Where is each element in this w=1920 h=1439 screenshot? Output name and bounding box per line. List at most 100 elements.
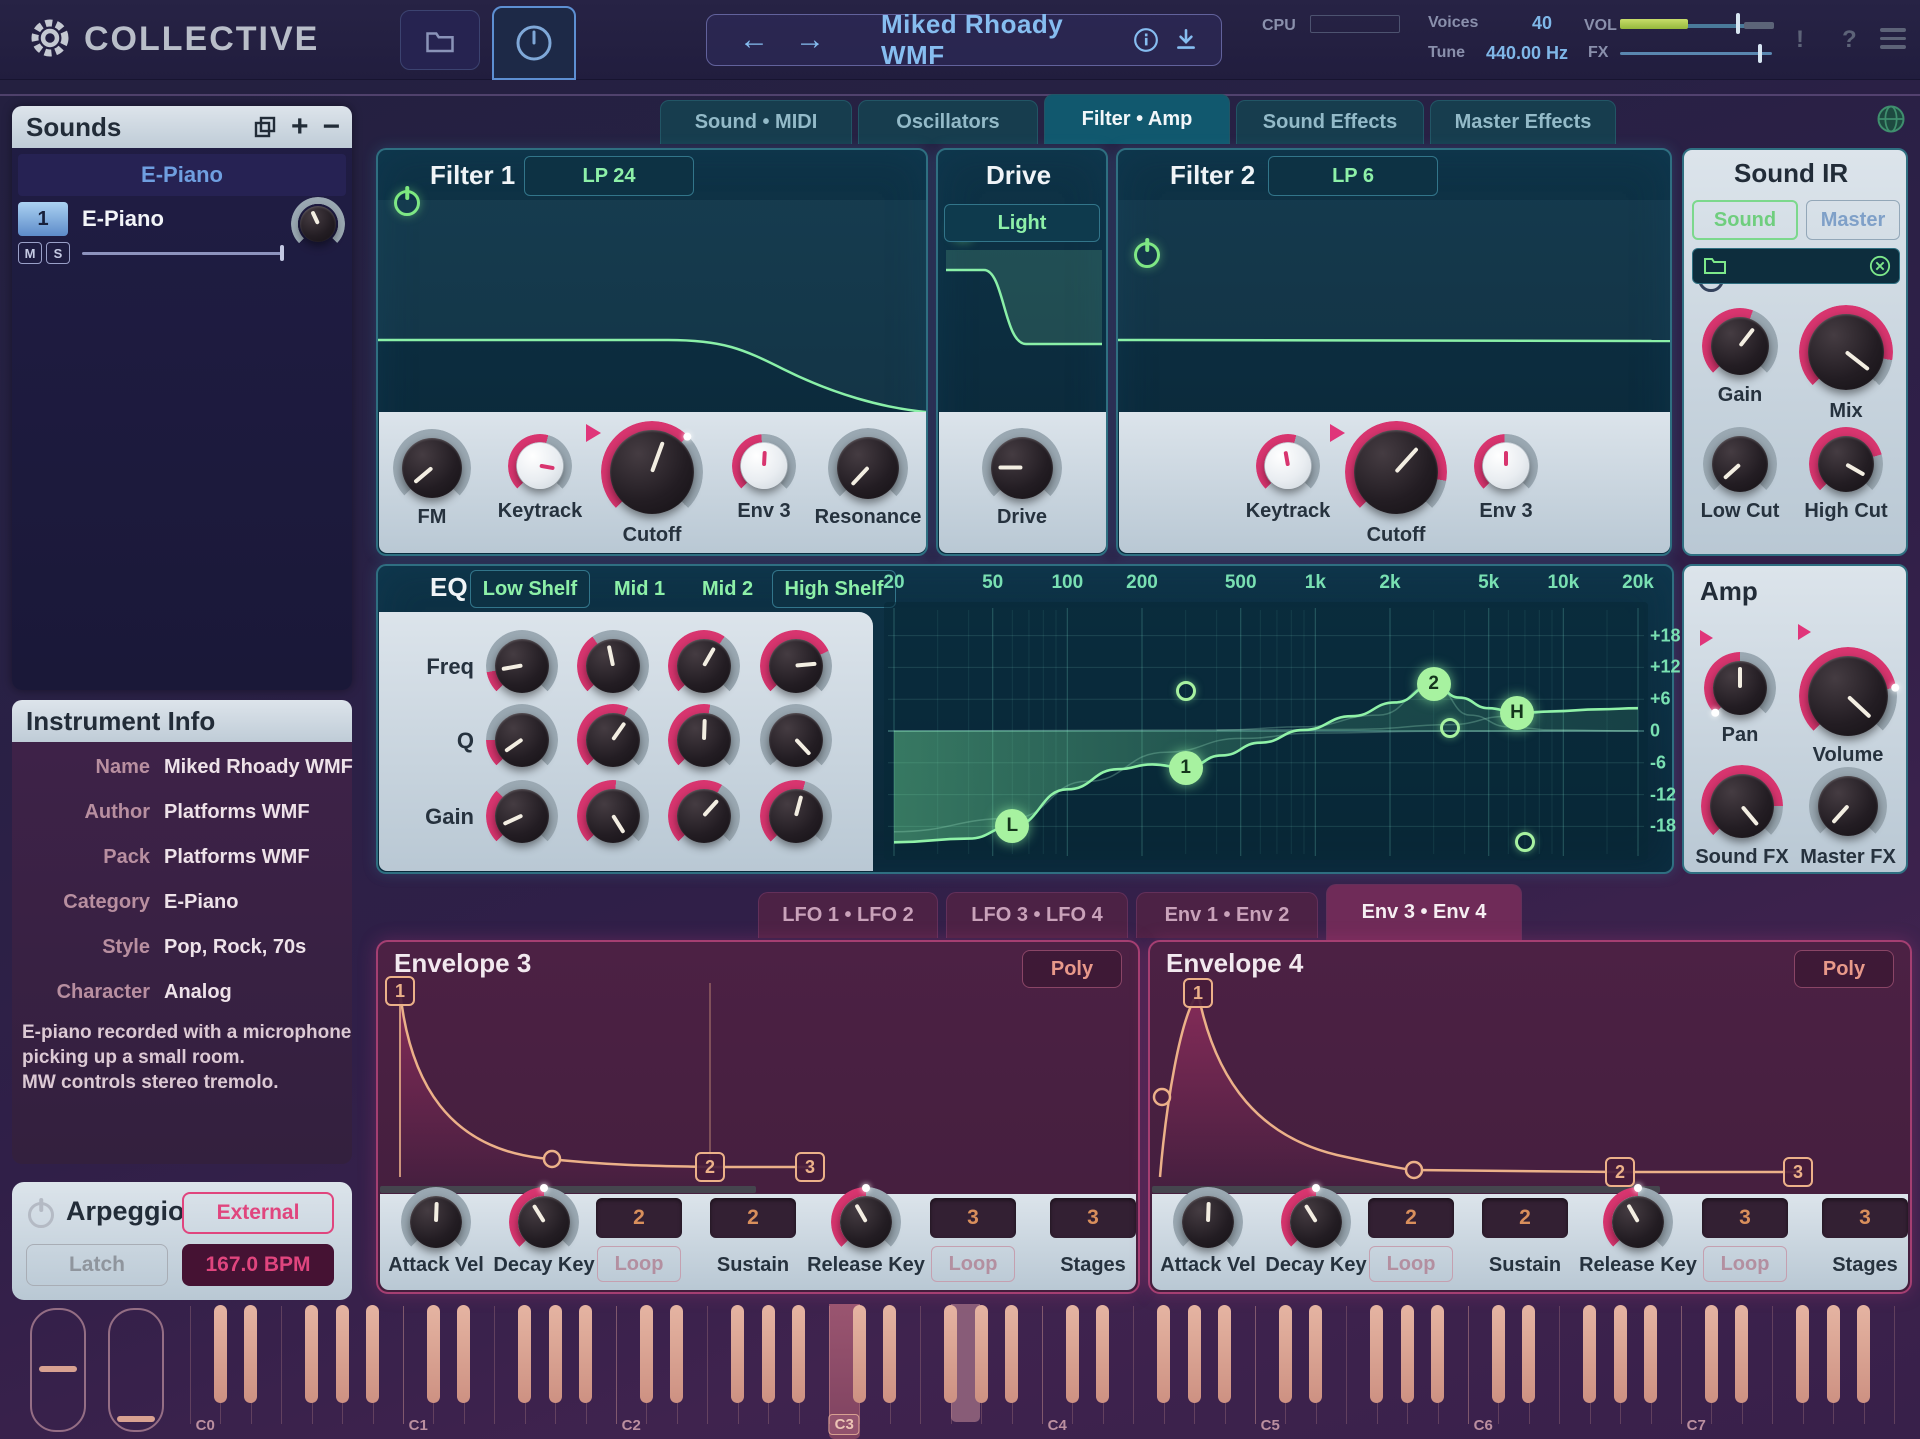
black-key[interactable] xyxy=(1796,1305,1809,1403)
envelope4-sustain-value[interactable]: 2 xyxy=(1482,1198,1568,1238)
filter1-type-dropdown[interactable]: LP 24 xyxy=(524,156,694,196)
arpeggio-power-icon[interactable] xyxy=(28,1202,54,1228)
tab-filter-amp[interactable]: Filter • Amp xyxy=(1044,94,1230,144)
envelope3-loop-start-value[interactable]: 2 xyxy=(596,1198,682,1238)
tune-value[interactable]: 440.00 Hz xyxy=(1486,43,1568,64)
drive-amount-knob[interactable] xyxy=(991,437,1053,499)
mute-button[interactable]: M xyxy=(18,242,42,264)
black-key[interactable] xyxy=(1370,1305,1383,1403)
black-key[interactable] xyxy=(1827,1305,1840,1403)
filter2-type-dropdown[interactable]: LP 6 xyxy=(1268,156,1438,196)
ir-highcut-knob[interactable] xyxy=(1818,436,1874,492)
black-key[interactable] xyxy=(975,1305,988,1403)
sound-level-slider-thumb[interactable] xyxy=(280,245,284,261)
filter1-response-display[interactable] xyxy=(378,200,926,412)
black-key[interactable] xyxy=(944,1305,957,1403)
envelope4-node-3[interactable]: 3 xyxy=(1783,1157,1813,1187)
filter2-response-display[interactable] xyxy=(1118,200,1670,412)
filter1-keytrack-knob[interactable] xyxy=(517,443,563,489)
black-key[interactable] xyxy=(1705,1305,1718,1403)
black-key[interactable] xyxy=(1188,1305,1201,1403)
preset-info-icon[interactable] xyxy=(1133,27,1159,53)
instrument-view-button[interactable] xyxy=(492,6,576,80)
filter1-resonance-knob[interactable] xyxy=(837,437,899,499)
mod-wheel[interactable] xyxy=(108,1308,164,1432)
tab-oscillators[interactable]: Oscillators xyxy=(858,100,1038,144)
eq-aux-node-2[interactable] xyxy=(1440,718,1460,738)
ir-mix-knob[interactable] xyxy=(1808,314,1884,390)
black-key[interactable] xyxy=(792,1305,805,1403)
envelope4-node-2[interactable]: 2 xyxy=(1605,1157,1635,1187)
black-key[interactable] xyxy=(1644,1305,1657,1403)
black-key[interactable] xyxy=(1857,1305,1870,1403)
ir-gain-knob[interactable] xyxy=(1711,317,1769,375)
save-preset-icon[interactable] xyxy=(1173,27,1199,53)
filter2-env3-knob[interactable] xyxy=(1483,443,1529,489)
tab-env34[interactable]: Env 3 • Env 4 xyxy=(1326,884,1522,940)
filter2-cutoff-knob[interactable] xyxy=(1354,430,1438,514)
eq-freq-knob-1[interactable] xyxy=(495,639,549,693)
tab-sound-midi[interactable]: Sound • MIDI xyxy=(660,100,852,144)
black-key[interactable] xyxy=(1279,1305,1292,1403)
eq-band-node-1[interactable]: 1 xyxy=(1169,751,1203,785)
black-key[interactable] xyxy=(1583,1305,1596,1403)
black-key[interactable] xyxy=(579,1305,592,1403)
fx-slider-thumb[interactable] xyxy=(1758,44,1762,63)
globe-icon[interactable] xyxy=(1876,104,1906,134)
amp-pan-knob[interactable] xyxy=(1713,661,1767,715)
tab-master-effects[interactable]: Master Effects xyxy=(1430,100,1616,144)
black-key[interactable] xyxy=(457,1305,470,1403)
drive-curve-display[interactable] xyxy=(946,250,1102,378)
envelope3-loop-button-2[interactable]: Loop xyxy=(931,1246,1015,1282)
envelope3-sustain-value[interactable]: 2 xyxy=(710,1198,796,1238)
envelope4-loop-button-1[interactable]: Loop xyxy=(1369,1246,1453,1282)
envelope4-curve-display[interactable] xyxy=(1152,975,1908,1187)
black-key[interactable] xyxy=(1005,1305,1018,1403)
black-key[interactable] xyxy=(1735,1305,1748,1403)
black-key[interactable] xyxy=(1492,1305,1505,1403)
envelope3-decay-knob[interactable] xyxy=(518,1196,570,1248)
eq-aux-node-3[interactable] xyxy=(1515,832,1535,852)
amp-soundfx-knob[interactable] xyxy=(1710,774,1774,838)
piano-keyboard[interactable]: C0C1C2C3C4C5C6C7 xyxy=(0,1300,1920,1439)
add-sound-button[interactable]: + xyxy=(291,117,309,137)
black-key[interactable] xyxy=(1066,1305,1079,1403)
eq-band-node-L[interactable]: L xyxy=(995,809,1029,843)
envelope3-stages-value[interactable]: 3 xyxy=(1050,1198,1136,1238)
tab-lfo34[interactable]: LFO 3 • LFO 4 xyxy=(946,892,1128,938)
help-button[interactable]: ? xyxy=(1842,26,1857,54)
eq-gain-knob-1[interactable] xyxy=(495,789,549,843)
alert-button[interactable]: ! xyxy=(1796,26,1804,54)
black-key[interactable] xyxy=(853,1305,866,1403)
eq-band-tab-mid1[interactable]: Mid 1 xyxy=(614,578,665,601)
filter1-env3-knob[interactable] xyxy=(741,443,787,489)
fx-slider-track[interactable] xyxy=(1620,52,1772,55)
arpeggio-bpm-display[interactable]: 167.0 BPM xyxy=(182,1244,334,1286)
sound-ir-tab-sound[interactable]: Sound xyxy=(1692,200,1798,240)
eq-band-tab-lowshelf[interactable]: Low Shelf xyxy=(470,570,590,608)
black-key[interactable] xyxy=(1614,1305,1627,1403)
envelope4-stages-value[interactable]: 3 xyxy=(1822,1198,1908,1238)
envelope3-attack-knob[interactable] xyxy=(410,1196,462,1248)
black-key[interactable] xyxy=(214,1305,227,1403)
black-key[interactable] xyxy=(1401,1305,1414,1403)
solo-button[interactable]: S xyxy=(46,242,70,264)
black-key[interactable] xyxy=(1309,1305,1322,1403)
envelope4-loop-end-value[interactable]: 3 xyxy=(1702,1198,1788,1238)
envelope3-release-knob[interactable] xyxy=(840,1196,892,1248)
sound-level-slider[interactable] xyxy=(82,252,282,255)
envelope4-loop-button-2[interactable]: Loop xyxy=(1703,1246,1787,1282)
prev-preset-button[interactable]: ← xyxy=(739,25,769,55)
tab-sound-effects[interactable]: Sound Effects xyxy=(1236,100,1424,144)
envelope3-curve-display[interactable] xyxy=(380,975,1136,1187)
eq-q-knob-2[interactable] xyxy=(586,713,640,767)
black-key[interactable] xyxy=(336,1305,349,1403)
volume-slider-thumb[interactable] xyxy=(1736,13,1740,34)
amp-masterfx-knob[interactable] xyxy=(1818,776,1878,836)
ir-clear-icon[interactable] xyxy=(1869,255,1891,277)
envelope4-decay-knob[interactable] xyxy=(1290,1196,1342,1248)
black-key[interactable] xyxy=(1522,1305,1535,1403)
envelope3-node-3[interactable]: 3 xyxy=(795,1152,825,1182)
eq-q-knob-3[interactable] xyxy=(677,713,731,767)
eq-band-node-H[interactable]: H xyxy=(1500,696,1534,730)
